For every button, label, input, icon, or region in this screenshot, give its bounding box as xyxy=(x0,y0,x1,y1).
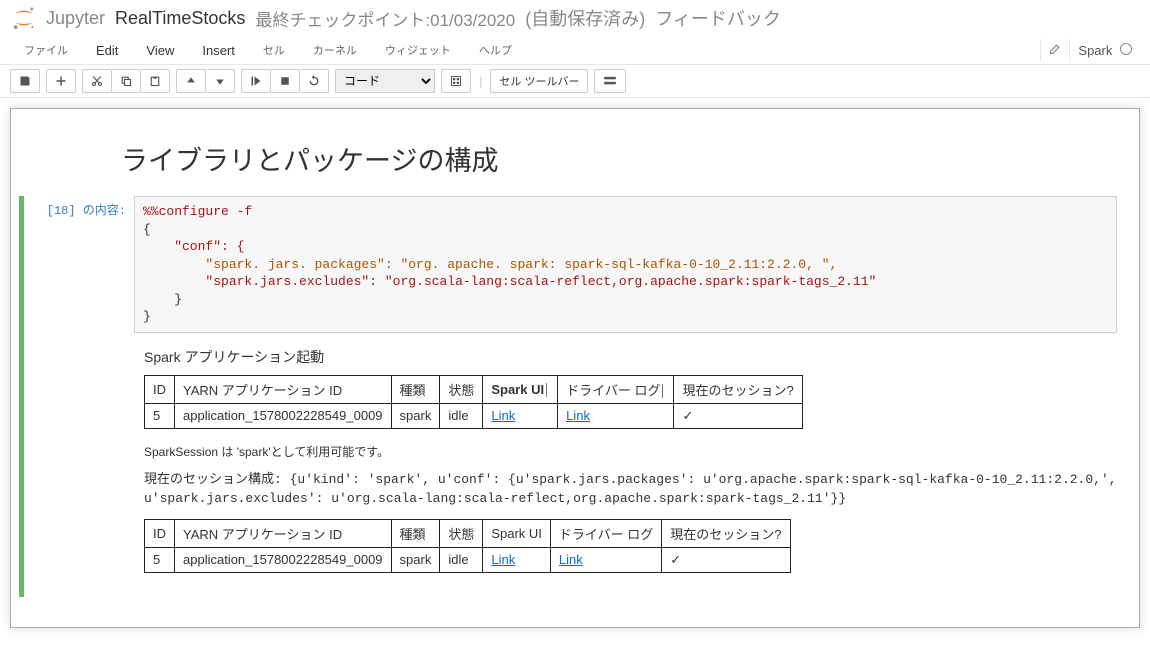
menu-cell[interactable]: セル xyxy=(249,38,299,62)
th-id: ID xyxy=(145,375,175,403)
input-area: [18] の内容: %%configure -f { "conf": { "sp… xyxy=(24,196,1131,333)
sparkui-link[interactable]: Link xyxy=(491,408,515,423)
save-button[interactable] xyxy=(10,69,40,93)
td-state: idle xyxy=(440,547,483,572)
driverlog-link[interactable]: Link xyxy=(559,552,583,567)
td-current: ✓ xyxy=(662,547,790,572)
paste-button[interactable] xyxy=(141,69,170,93)
th-id: ID xyxy=(145,519,175,547)
td-state: idle xyxy=(440,403,483,428)
notebook-name[interactable]: RealTimeStocks xyxy=(115,8,245,29)
copy-button[interactable] xyxy=(112,69,141,93)
menu-kernel[interactable]: カーネル xyxy=(299,38,371,62)
output-area: Spark アプリケーション起動 ID YARN アプリケーション ID 種類 … xyxy=(24,333,1131,573)
kernel-indicator-icon xyxy=(1120,43,1132,55)
session-config: 現在のセッション構成: {u'kind': 'spark', u'conf': … xyxy=(144,470,1117,509)
table-row: 5 application_1578002228549_0009 spark i… xyxy=(145,547,791,572)
th-current: 現在のセッション? xyxy=(674,375,802,403)
menubar: ファイル Edit View Insert セル カーネル ウィジェット ヘルプ… xyxy=(0,36,1150,65)
stop-button[interactable] xyxy=(271,69,300,93)
th-current: 現在のセッション? xyxy=(662,519,790,547)
th-kind: 種類 xyxy=(391,375,440,403)
td-yarn: application_1578002228549_0009 xyxy=(175,403,392,428)
td-id: 5 xyxy=(145,547,175,572)
autosave-label: (自動保存済み) xyxy=(525,5,645,31)
markdown-heading[interactable]: ライブラリとパッケージの構成 xyxy=(11,129,1139,196)
td-current: ✓ xyxy=(674,403,802,428)
th-state: 状態 xyxy=(440,375,483,403)
spark-start-title: Spark アプリケーション起動 xyxy=(144,347,1117,367)
menu-view[interactable]: View xyxy=(132,39,188,62)
toolbar-separator: | xyxy=(477,74,484,89)
th-state: 状態 xyxy=(440,519,483,547)
edit-notebook-icon[interactable] xyxy=(1040,39,1069,62)
menu-edit[interactable]: Edit xyxy=(82,39,132,62)
cell-toolbar-button[interactable]: セル ツールバー xyxy=(490,69,588,93)
cell-toolbar-menu-button[interactable] xyxy=(594,69,626,93)
th-driver: ドライバー ログ xyxy=(558,375,674,403)
th-driver: ドライバー ログ xyxy=(550,519,661,547)
th-yarn: YARN アプリケーション ID xyxy=(175,519,392,547)
notebook: ライブラリとパッケージの構成 [18] の内容: %%configure -f … xyxy=(10,108,1140,628)
command-palette-button[interactable] xyxy=(441,69,471,93)
menu-insert[interactable]: Insert xyxy=(188,39,249,62)
sparkui-link[interactable]: Link xyxy=(491,552,515,567)
driverlog-link[interactable]: Link xyxy=(566,408,590,423)
th-yarn: YARN アプリケーション ID xyxy=(175,375,392,403)
notebook-header: Jupyter RealTimeStocks 最終チェックポイント:01/03/… xyxy=(0,0,1150,36)
td-kind: spark xyxy=(391,403,440,428)
td-kind: spark xyxy=(391,547,440,572)
th-sparkui: Spark UI xyxy=(483,519,551,547)
toolbar: コード | セル ツールバー xyxy=(0,65,1150,98)
jupyter-logo-icon xyxy=(10,4,38,32)
spark-app-table-1: ID YARN アプリケーション ID 種類 状態 Spark UI ドライバー… xyxy=(144,375,803,429)
jupyter-label: Jupyter xyxy=(46,8,105,29)
td-yarn: application_1578002228549_0009 xyxy=(175,547,392,572)
move-up-button[interactable] xyxy=(176,69,206,93)
table-header-row: ID YARN アプリケーション ID 種類 状態 Spark UI ドライバー… xyxy=(145,519,791,547)
td-id: 5 xyxy=(145,403,175,428)
run-button[interactable] xyxy=(241,69,271,93)
menu-file[interactable]: ファイル xyxy=(10,38,82,62)
menu-widgets[interactable]: ウィジェット xyxy=(371,38,465,62)
feedback-link[interactable]: フィードバック xyxy=(655,5,781,31)
code-cell[interactable]: [18] の内容: %%configure -f { "conf": { "sp… xyxy=(19,196,1131,597)
spark-app-table-2: ID YARN アプリケーション ID 種類 状態 Spark UI ドライバー… xyxy=(144,519,791,573)
checkpoint-label: 最終チェックポイント:01/03/2020 xyxy=(255,6,515,31)
kernel-name[interactable]: Spark xyxy=(1069,39,1140,62)
table-row: 5 application_1578002228549_0009 spark i… xyxy=(145,403,803,428)
th-sparkui: Spark UI xyxy=(483,375,558,403)
sparksession-note: SparkSession は 'spark'として利用可能です。 xyxy=(144,443,1117,460)
input-prompt: [18] の内容: xyxy=(24,196,134,333)
cut-button[interactable] xyxy=(82,69,112,93)
notebook-container: ライブラリとパッケージの構成 [18] の内容: %%configure -f … xyxy=(0,98,1150,648)
move-down-button[interactable] xyxy=(206,69,235,93)
table-header-row: ID YARN アプリケーション ID 種類 状態 Spark UI ドライバー… xyxy=(145,375,803,403)
add-cell-button[interactable] xyxy=(46,69,76,93)
menu-help[interactable]: ヘルプ xyxy=(465,38,526,62)
th-kind: 種類 xyxy=(391,519,440,547)
restart-button[interactable] xyxy=(300,69,329,93)
code-editor[interactable]: %%configure -f { "conf": { "spark. jars.… xyxy=(134,196,1117,333)
cell-type-select[interactable]: コード xyxy=(335,69,435,93)
